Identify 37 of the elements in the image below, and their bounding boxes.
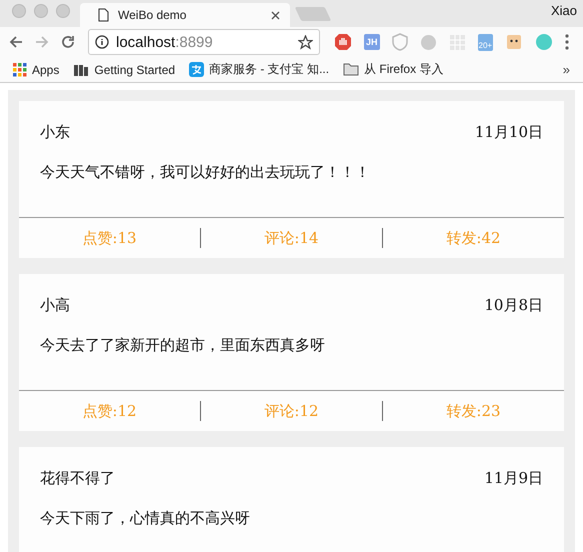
back-icon[interactable] <box>8 34 24 50</box>
new-tab-button[interactable] <box>294 7 332 21</box>
post-text: 今天下雨了，心情真的不高兴呀 <box>39 508 251 529</box>
browser-tab[interactable]: WeiBo demo <box>80 3 290 27</box>
close-icon[interactable] <box>271 10 280 20</box>
author-name: 小东 <box>40 123 70 143</box>
address-bar[interactable]: localhost:8899 <box>88 29 320 55</box>
author-name: 小高 <box>40 296 70 316</box>
more-bookmarks-button[interactable]: » <box>562 62 570 77</box>
apps-grid-icon <box>13 62 27 76</box>
bookmark-item[interactable]: 从 Firefox 导入 <box>343 61 444 78</box>
grid-icon[interactable] <box>448 34 466 50</box>
reload-icon[interactable] <box>60 34 76 50</box>
payment-logo-icon <box>189 62 204 77</box>
stop-hand-icon[interactable] <box>334 33 352 51</box>
post-date: 11月10日 <box>474 123 543 143</box>
bookmark-item[interactable]: 商家服务 - 支付宝 知... <box>189 61 330 78</box>
post-date: 10月8日 <box>484 296 543 316</box>
post-text: 今天去了了家新开的超市，里面东西真多呀 <box>39 335 326 356</box>
info-icon <box>95 35 109 49</box>
window-button[interactable] <box>12 4 26 18</box>
forward-icon[interactable] <box>34 34 50 50</box>
profile-name[interactable]: Xiao <box>550 3 577 18</box>
menu-icon[interactable] <box>565 34 570 50</box>
window-button[interactable] <box>56 4 70 18</box>
folder-icon <box>343 63 360 76</box>
author-name: 花得不得了 <box>40 469 115 489</box>
star-icon[interactable] <box>298 34 313 50</box>
post-text: 今天天气不错呀，我可以好好的出去玩玩了！！！ <box>39 162 371 183</box>
bookmark-item[interactable]: Apps <box>13 62 60 76</box>
bookmark-item[interactable]: Getting Started <box>73 62 176 76</box>
page-icon <box>98 8 109 22</box>
avatar-icon[interactable] <box>535 33 554 51</box>
shield-icon[interactable] <box>392 33 408 51</box>
smiley-icon[interactable] <box>505 33 524 51</box>
window-button[interactable] <box>34 4 48 18</box>
post-date: 11月9日 <box>484 469 543 489</box>
